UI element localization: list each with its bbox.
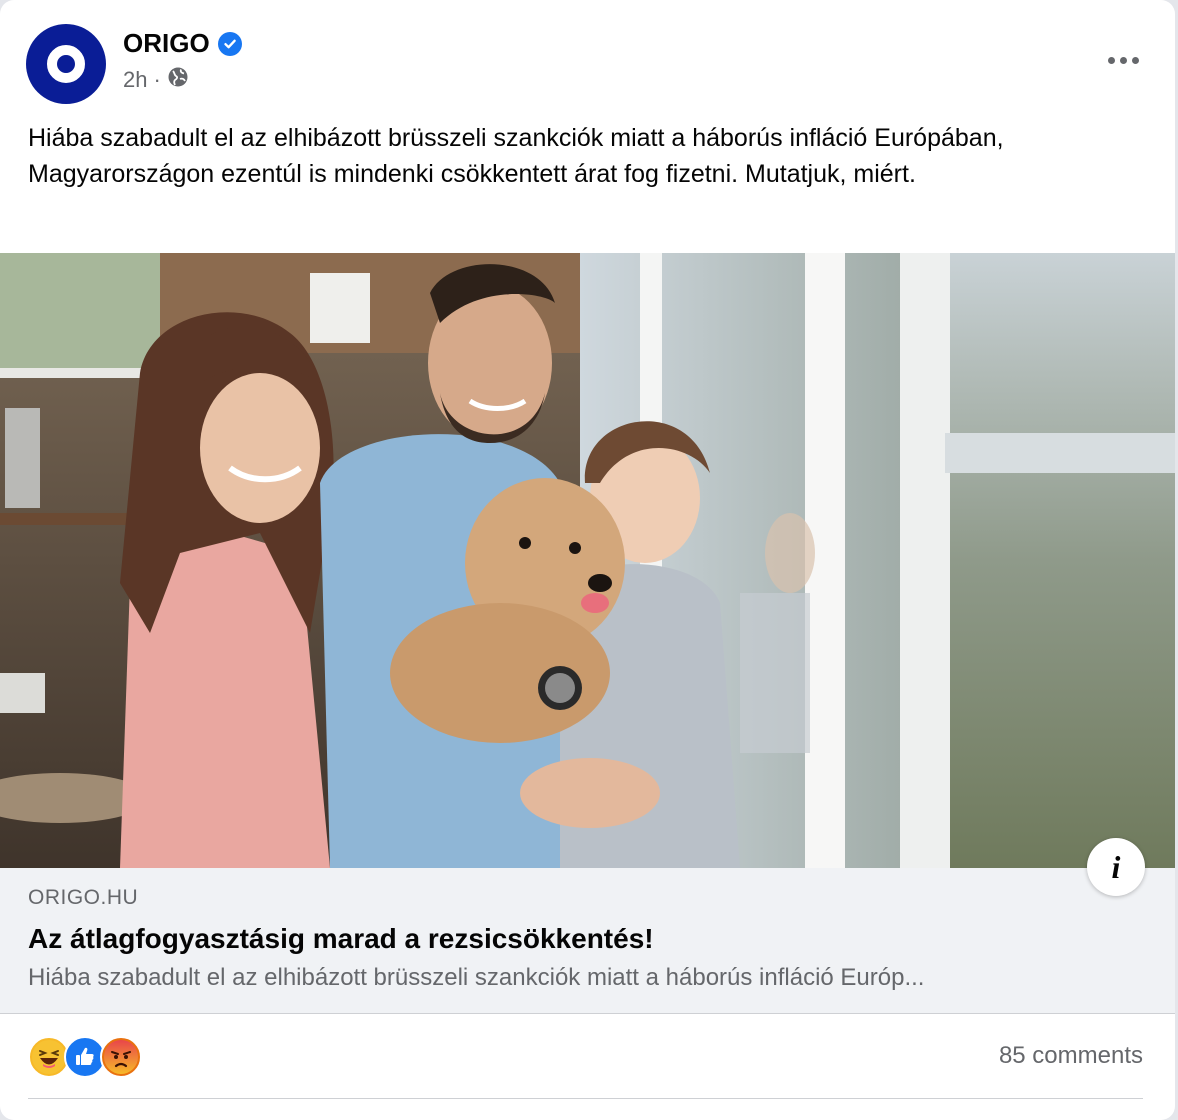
post-footer: 85 comments [28, 1030, 1143, 1086]
family-photo-illustration [0, 253, 1175, 868]
info-icon[interactable]: i [1087, 838, 1145, 896]
post-card: ORIGO 2h · Hiába szabadult el az elhibáz… [0, 0, 1175, 1120]
link-description: Hiába szabadult el az elhibázott brüssze… [28, 964, 925, 991]
verified-badge-icon [217, 31, 242, 56]
comments-count[interactable]: 85 comments [999, 1042, 1143, 1070]
reaction-summary[interactable] [28, 1036, 142, 1078]
link-headline[interactable]: Az átlagfogyasztásig marad a rezsicsökke… [28, 923, 654, 955]
footer-divider [28, 1098, 1143, 1099]
page-avatar[interactable] [26, 24, 106, 104]
page-name: ORIGO [123, 28, 210, 58]
post-header: ORIGO 2h · [26, 24, 1149, 106]
link-preview[interactable]: i ORIGO.HU Az átlagfogyasztásig marad a … [0, 838, 1175, 1014]
post-photo[interactable] [0, 253, 1175, 868]
origo-logo-icon [47, 45, 85, 83]
link-domain: ORIGO.HU [28, 886, 139, 909]
post-text: Hiába szabadult el az elhibázott brüssze… [28, 124, 1004, 188]
more-options-icon[interactable] [1101, 44, 1145, 76]
page-name-link[interactable]: ORIGO [123, 28, 242, 59]
post-timestamp[interactable]: 2h [123, 67, 147, 93]
globe-icon [167, 66, 189, 94]
post-meta: 2h · [123, 66, 189, 94]
angry-reaction-icon [100, 1036, 142, 1078]
meta-separator: · [153, 67, 161, 92]
